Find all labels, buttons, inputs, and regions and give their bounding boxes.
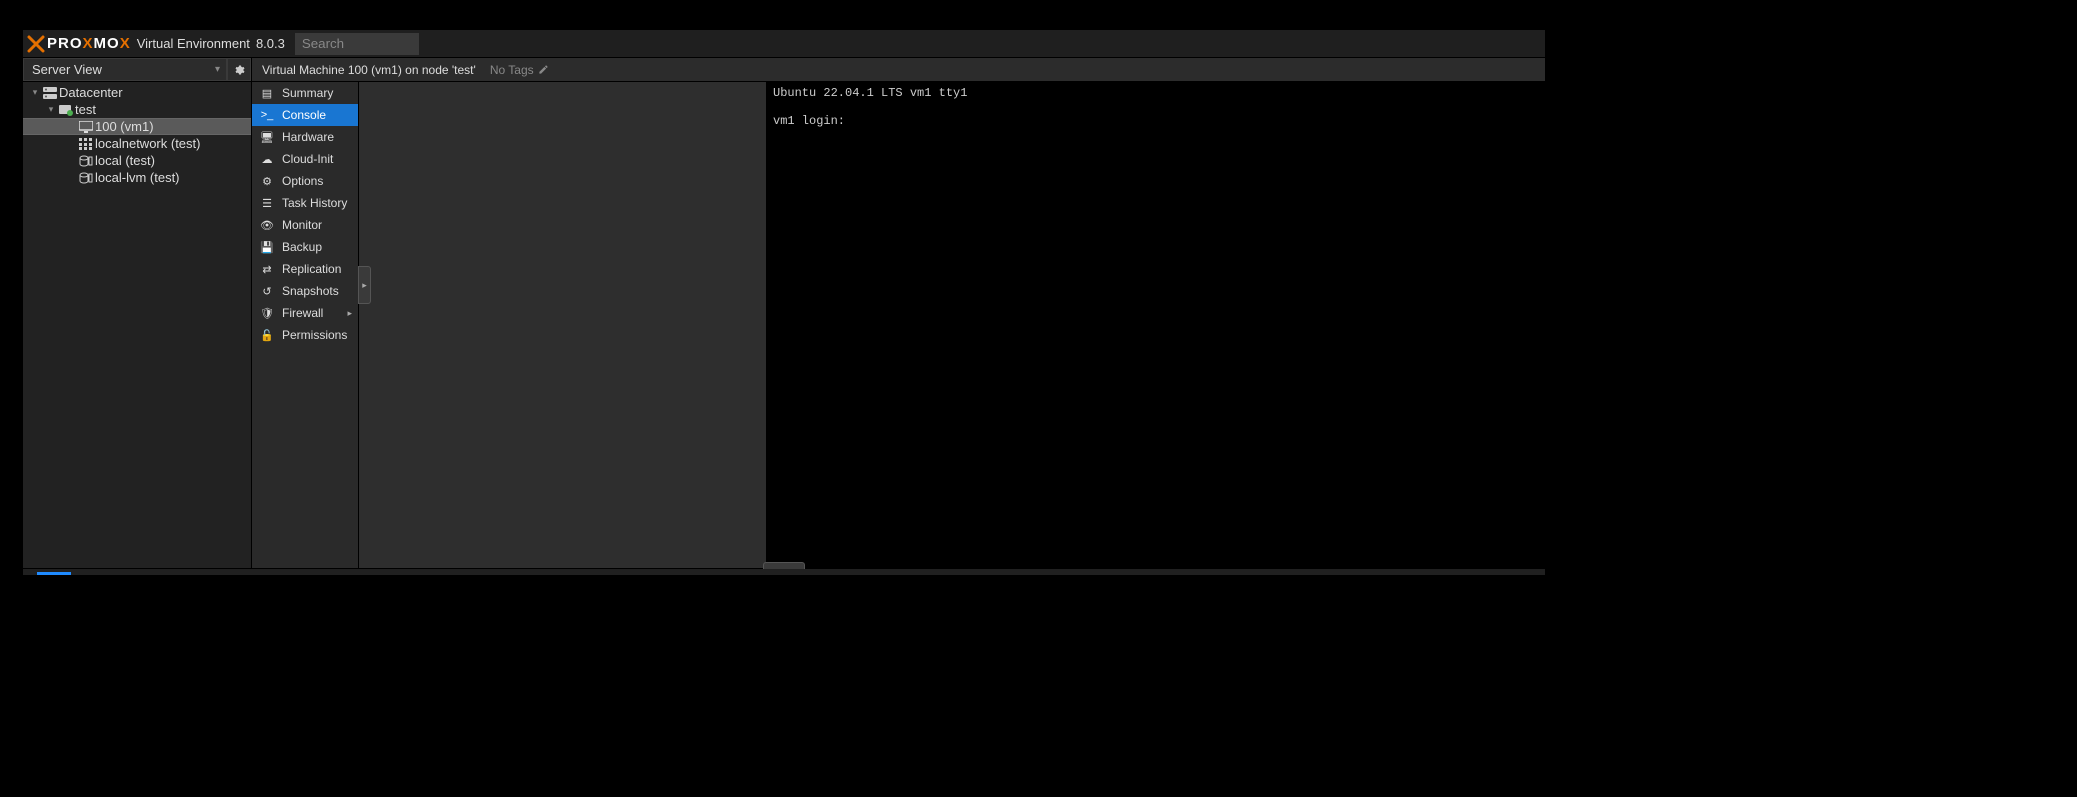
pencil-icon [538,64,549,75]
desktop-icon [77,121,95,133]
logo-text-pre: PRO [47,35,83,52]
vm-config-nav: ▤ Summary >_ Console 🖥 Hardware ☁ Cloud-Init… [252,82,359,568]
nav-label: Cloud-Init [282,152,333,166]
nav-label: Console [282,108,326,122]
nav-console[interactable]: >_ Console [252,104,358,126]
logo-text-end: X [120,35,131,52]
expander-icon[interactable]: ▾ [45,104,57,115]
vnc-console[interactable]: Ubuntu 22.04.1 LTS vm1 tty1 vm1 login: [767,82,1545,568]
resource-tree: ▾ Datacenter ▾ test 100 (vm1) [23,82,251,568]
nav-task-history[interactable]: ☰ Task History [252,192,358,214]
nav-replication[interactable]: ⇄ Replication [252,258,358,280]
save-icon: 💾 [260,241,274,254]
tree-vm[interactable]: 100 (vm1) [23,118,251,135]
header-bar: PROXMOX Virtual Environment 8.0.3 [23,30,1545,58]
main-area: ▤ Summary >_ Console 🖥 Hardware ☁ Cloud-Init… [252,82,1545,568]
nav-label: Task History [282,196,347,210]
nav-backup[interactable]: 💾 Backup [252,236,358,258]
notes-icon: ▤ [260,87,274,100]
resource-tree-panel: Server View ▾ ▾ Datacenter ▾ test [23,58,252,568]
task-progress-indicator [37,572,71,575]
nav-snapshots[interactable]: ↺ Snapshots [252,280,358,302]
no-tags-button[interactable]: No Tags [490,63,549,77]
storage-icon [77,155,95,167]
nav-label: Hardware [282,130,334,144]
gear-icon [233,64,245,76]
desktop-icon: 🖥 [260,131,274,144]
tree-node[interactable]: ▾ test [23,101,251,118]
task-log-bar[interactable] [23,568,1545,575]
list-icon: ☰ [260,197,274,210]
storage-icon [77,172,95,184]
nav-label: Firewall [282,306,323,320]
tree-datacenter[interactable]: ▾ Datacenter [23,84,251,101]
expander-icon[interactable]: ▾ [29,87,41,98]
nav-monitor[interactable]: 👁 Monitor [252,214,358,236]
tree-network[interactable]: localnetwork (test) [23,135,251,152]
search-box [295,33,419,55]
search-input[interactable] [295,33,419,55]
logo-x-icon [27,35,45,53]
content-panel: Virtual Machine 100 (vm1) on node 'test'… [252,58,1545,568]
view-settings-button[interactable] [227,58,251,81]
gear-icon: ⚙ [260,175,274,188]
tree-label: 100 (vm1) [95,119,154,134]
terminal-icon: >_ [260,109,274,121]
content-body: Ubuntu 22.04.1 LTS vm1 tty1 vm1 login: [359,82,1545,568]
breadcrumb-title: Virtual Machine 100 (vm1) on node 'test' [262,63,476,77]
tree-label: test [75,102,96,117]
nav-label: Snapshots [282,284,339,298]
version-label: 8.0.3 [256,36,285,51]
view-selector[interactable]: Server View ▾ [23,58,227,81]
nav-hardware[interactable]: 🖥 Hardware [252,126,358,148]
chevron-down-icon: ▾ [215,64,220,75]
tree-label: local (test) [95,153,155,168]
view-toolbar: Server View ▾ [23,58,251,82]
history-icon: ↺ [260,285,274,298]
eye-icon: 👁 [260,219,274,232]
tree-label: localnetwork (test) [95,136,200,151]
product-name: Virtual Environment [137,36,250,51]
nav-label: Backup [282,240,322,254]
nav-cloud-init[interactable]: ☁ Cloud-Init [252,148,358,170]
task-log-handle[interactable] [763,562,805,569]
tree-storage-local[interactable]: local (test) [23,152,251,169]
unlock-icon: 🔓 [260,329,274,342]
server-icon [41,87,59,99]
proxmox-logo: PROXMOX [27,35,131,53]
console-line: Ubuntu 22.04.1 LTS vm1 tty1 [773,86,967,100]
console-line: vm1 login: [773,114,845,128]
view-selector-label: Server View [32,62,102,77]
tree-label: Datacenter [59,85,123,100]
nav-options[interactable]: ⚙ Options [252,170,358,192]
no-tags-label: No Tags [490,63,534,77]
logo-text-post: MO [94,35,120,52]
console-spacer [359,82,767,568]
chevron-right-icon: ▸ [347,308,352,319]
retweet-icon: ⇄ [260,263,274,276]
nav-permissions[interactable]: 🔓 Permissions [252,324,358,346]
cloud-icon: ☁ [260,153,274,166]
nav-label: Monitor [282,218,322,232]
nav-label: Replication [282,262,341,276]
nav-collapse-toggle[interactable]: ▸ [358,266,371,304]
nav-label: Options [282,174,323,188]
tree-label: local-lvm (test) [95,170,180,185]
network-icon [77,138,95,150]
nav-summary[interactable]: ▤ Summary [252,82,358,104]
shield-icon: 🛡 [260,307,274,320]
body: Server View ▾ ▾ Datacenter ▾ test [23,58,1545,568]
proxmox-app: PROXMOX Virtual Environment 8.0.3 Server… [23,30,1545,575]
tree-storage-lvm[interactable]: local-lvm (test) [23,169,251,186]
nav-label: Summary [282,86,333,100]
breadcrumb: Virtual Machine 100 (vm1) on node 'test'… [252,58,1545,82]
node-icon [57,104,75,116]
nav-firewall[interactable]: 🛡 Firewall ▸ [252,302,358,324]
logo-text-mid: X [83,35,94,52]
nav-label: Permissions [282,328,347,342]
